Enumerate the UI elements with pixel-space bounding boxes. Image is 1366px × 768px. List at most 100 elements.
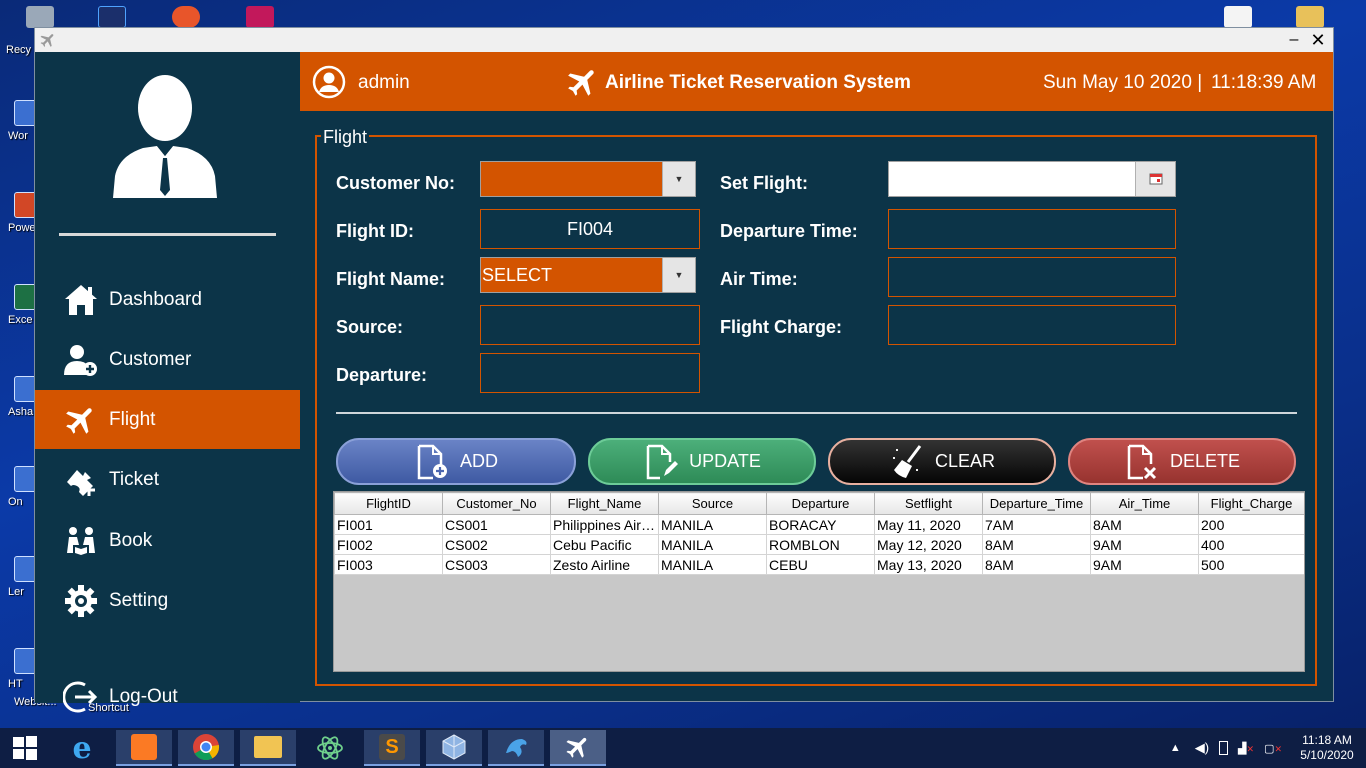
sidebar-item-customer[interactable]: Customer [35, 330, 300, 389]
chevron-down-icon[interactable]: ▼ [662, 162, 695, 196]
volume-icon[interactable]: ◀) [1195, 740, 1209, 756]
table-row[interactable]: FI002 CS002 Cebu Pacific MANILA ROMBLON … [334, 534, 1304, 555]
taskbar-clock[interactable]: 11:18 AM 5/10/2020 [1292, 733, 1362, 763]
intellij-icon[interactable] [246, 6, 274, 28]
departure-time-label: Departure Time: [720, 221, 858, 241]
user-name: admin [358, 72, 410, 93]
source-field[interactable] [480, 305, 700, 345]
table-cell: May 12, 2020 [874, 534, 983, 555]
sidebar-item-book[interactable]: Book [35, 511, 300, 570]
desktop-icon-label: Ler [8, 586, 24, 598]
clear-button[interactable]: CLEAR [828, 438, 1056, 485]
taskbar-mysql[interactable] [488, 730, 544, 766]
desktop-icon-word[interactable]: Wor [0, 100, 40, 160]
air-time-label: Air Time: [720, 269, 798, 289]
brush-app-icon[interactable] [172, 6, 200, 28]
sidebar-divider [59, 233, 276, 236]
taskbar-virtualbox[interactable] [426, 730, 482, 766]
column-header[interactable]: Customer_No [442, 492, 551, 515]
desktop-icon-powerpoint[interactable]: Powe [0, 192, 40, 252]
desktop-icon-excel[interactable]: Exce [0, 284, 40, 344]
battery-icon[interactable] [1219, 741, 1229, 755]
calendar-icon[interactable] [1135, 162, 1175, 196]
photoshop-icon[interactable] [98, 6, 126, 28]
app-window: – ✕ Dashboard Customer Flight Ticket Boo… [34, 27, 1334, 712]
table-cell: 7AM [982, 514, 1091, 535]
ticket-plane-icon [62, 461, 100, 499]
dolphin-icon [506, 739, 527, 757]
sidebar-item-setting[interactable]: Setting [35, 571, 300, 630]
column-header[interactable]: Air_Time [1090, 492, 1199, 515]
add-user-icon [62, 341, 100, 379]
taskbar-atom[interactable] [302, 730, 358, 766]
notepad-icon[interactable] [1224, 6, 1252, 28]
desktop-icon-asha[interactable]: Asha [0, 376, 40, 436]
chevron-down-icon[interactable]: ▼ [662, 258, 695, 292]
folder-icon[interactable] [1296, 6, 1324, 28]
action-center-icon[interactable]: ▢✕ [1264, 742, 1282, 755]
flight-name-combo[interactable]: SELECT ▼ [480, 257, 696, 293]
air-time-field[interactable] [888, 257, 1176, 297]
home-icon [62, 281, 100, 319]
taskbar-file-explorer[interactable] [240, 730, 296, 766]
sidebar-item-flight[interactable]: Flight [35, 390, 300, 449]
taskbar-airline-app[interactable] [550, 730, 606, 766]
flight-charge-field[interactable] [888, 305, 1176, 345]
departure-time-field[interactable] [888, 209, 1176, 249]
window-titlebar[interactable]: – ✕ [35, 28, 1333, 52]
network-icon[interactable]: ▟✕ [1238, 742, 1254, 755]
taskbar-ie[interactable]: e [54, 730, 110, 766]
column-header[interactable]: Departure [766, 492, 875, 515]
sidebar-item-dashboard[interactable]: Dashboard [35, 270, 300, 329]
chrome-icon [193, 734, 220, 761]
column-header[interactable]: Flight_Charge [1198, 492, 1304, 515]
show-hidden-icons-icon[interactable]: ▲ [1170, 742, 1181, 754]
column-header[interactable]: Departure_Time [982, 492, 1091, 515]
table-cell: Philippines Airli... [550, 514, 659, 535]
table-cell: ROMBLON [766, 534, 875, 555]
table-cell: FI002 [334, 534, 443, 555]
desktop-icon-onerec[interactable]: On [0, 466, 40, 526]
desktop-icon-label: Wor [8, 130, 28, 142]
table-cell: CS002 [442, 534, 551, 555]
flight-panel: Flight Customer No: ▼ Flight ID: Flight … [315, 127, 1317, 686]
customer-no-combo[interactable]: ▼ [480, 161, 696, 197]
desktop-icon-label: Powe [8, 222, 36, 234]
taskbar: e S ▲ ◀) ▟✕ ▢✕ 11:18 AM 5/10/2020 [0, 728, 1366, 768]
delete-button[interactable]: DELETE [1068, 438, 1296, 485]
desktop-icon-recycle[interactable]: Recy [0, 30, 34, 90]
taskbar-chrome[interactable] [178, 730, 234, 766]
column-header[interactable]: FlightID [334, 492, 443, 515]
update-button[interactable]: UPDATE [588, 438, 816, 485]
recycle-bin-top-icon[interactable] [26, 6, 54, 28]
flight-id-field[interactable] [480, 209, 700, 249]
book-reading-icon [62, 522, 100, 560]
add-button[interactable]: ADD [336, 438, 576, 485]
table-cell: Zesto Airline [550, 554, 659, 575]
user-circle-icon [312, 65, 346, 99]
plane-app-icon [39, 31, 57, 49]
header-time: 11:18:39 AM [1211, 72, 1317, 93]
column-header[interactable]: Source [658, 492, 767, 515]
flight-table[interactable]: FlightID Customer_No Flight_Name Source … [333, 491, 1305, 672]
table-cell: BORACAY [766, 514, 875, 535]
close-button[interactable]: ✕ [1307, 30, 1329, 50]
table-row[interactable]: FI001 CS001 Philippines Airli... MANILA … [334, 514, 1304, 535]
column-header[interactable]: Setflight [874, 492, 983, 515]
table-row[interactable]: FI003 CS003 Zesto Airline MANILA CEBU Ma… [334, 554, 1304, 575]
add-button-label: ADD [459, 451, 498, 471]
table-cell: FI003 [334, 554, 443, 575]
start-button[interactable] [0, 728, 50, 768]
departure-field[interactable] [480, 353, 700, 393]
logout-button[interactable]: Log-Out [35, 667, 300, 726]
taskbar-xampp[interactable] [116, 730, 172, 766]
taskbar-sublime[interactable]: S [364, 730, 420, 766]
atom-icon [317, 736, 343, 760]
table-cell: FI001 [334, 514, 443, 535]
sidebar-item-ticket[interactable]: Ticket [35, 450, 300, 509]
set-flight-field[interactable] [889, 162, 1135, 196]
minimize-button[interactable]: – [1283, 30, 1305, 50]
set-flight-date-picker[interactable] [888, 161, 1176, 197]
column-header[interactable]: Flight_Name [550, 492, 659, 515]
desktop-icon-lenovo[interactable]: Ler [0, 556, 40, 616]
